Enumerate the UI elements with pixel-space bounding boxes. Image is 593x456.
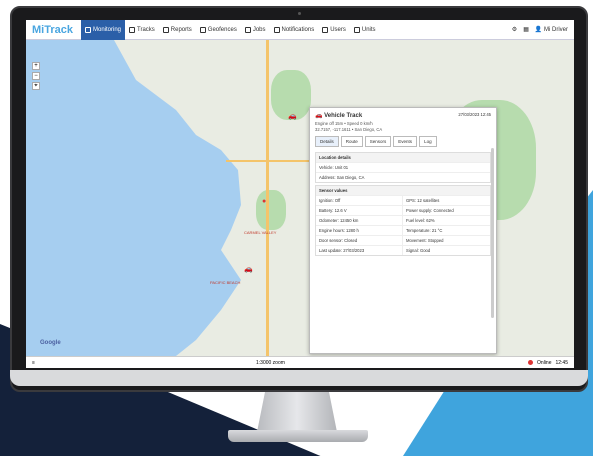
monitor-base — [228, 430, 368, 442]
alert-icon[interactable] — [528, 360, 534, 365]
vehicle-track-panel: 🚗 Vehicle Track 27/03/2023 12:45 Engine … — [309, 107, 497, 354]
map-label: CARMEL VALLEY — [244, 230, 277, 235]
sensor-row: Last update: 27/03/2023 — [316, 245, 403, 255]
tab-details[interactable]: Details — [315, 136, 339, 147]
sensor-row: Ignition: Off — [316, 195, 403, 205]
car-marker-icon[interactable]: 🚗 — [288, 112, 297, 120]
sensor-row: Temperature: 21 °C — [403, 225, 490, 235]
sensor-row: Fuel level: 62% — [403, 215, 490, 225]
nav-reports[interactable]: Reports — [159, 20, 196, 40]
grid-icon[interactable]: ▦ — [523, 26, 529, 33]
app-logo[interactable]: MiTrack — [32, 24, 73, 36]
panel-title: 🚗 Vehicle Track — [315, 113, 363, 119]
location-section: Location details Vehicle: Unit 01 Addres… — [315, 152, 491, 183]
sensor-row: Movement: Stopped — [403, 235, 490, 245]
nav-jobs[interactable]: Jobs — [241, 20, 270, 40]
monitor-icon — [84, 26, 91, 33]
panel-scrollbar[interactable] — [491, 148, 494, 318]
calendar-icon — [244, 26, 251, 33]
info-row: Address: San Diego, CA — [316, 172, 490, 182]
report-icon — [162, 26, 169, 33]
tools-icon[interactable]: ⚙ — [512, 26, 517, 33]
sensor-row: GPS: 12 satellites — [403, 195, 490, 205]
car-marker-icon[interactable]: 🚗 — [244, 265, 253, 273]
vehicle-marker-icon[interactable]: ● — [262, 198, 266, 205]
sensor-row: Battery: 12.6 V — [316, 205, 403, 215]
monitor-frame: MiTrack Monitoring Tracks Reports Geofen… — [10, 6, 588, 392]
top-navigation-bar: MiTrack Monitoring Tracks Reports Geofen… — [26, 20, 574, 40]
highway — [226, 160, 316, 162]
zoom-out-button[interactable]: − — [32, 72, 40, 80]
sensor-row: Door sensor: Closed — [316, 235, 403, 245]
nav-tracks[interactable]: Tracks — [125, 20, 159, 40]
map-zoom-controls: + − ⌖ — [32, 62, 40, 90]
geofence-icon — [199, 26, 206, 33]
locate-button[interactable]: ⌖ — [32, 82, 40, 90]
status-bar: ≡ 1:3000 zoom Online 12:45 — [26, 356, 574, 368]
tab-sensors[interactable]: Sensors — [364, 136, 392, 147]
sensor-section: Sensor values Ignition: Off GPS: 12 sate… — [315, 185, 491, 256]
info-row: Vehicle: Unit 01 — [316, 162, 490, 172]
highway — [266, 40, 269, 356]
panel-tabs: Details Route Sensors Events Log — [310, 133, 496, 150]
panel-timestamp: 27/03/2023 12:45 — [458, 112, 491, 117]
connection-status: Online — [537, 359, 552, 366]
zoom-in-button[interactable]: + — [32, 62, 40, 70]
nav-monitoring[interactable]: Monitoring — [80, 20, 125, 40]
section-heading: Location details — [316, 153, 490, 162]
bell-icon — [273, 26, 280, 33]
nav-geofences[interactable]: Geofences — [196, 20, 241, 40]
nav-units[interactable]: Units — [350, 20, 380, 40]
map-label: PACIFIC BEACH — [210, 280, 241, 285]
car-icon — [353, 26, 360, 33]
tab-events[interactable]: Events — [393, 136, 418, 147]
flag-icon — [129, 26, 135, 33]
monitor-screen: MiTrack Monitoring Tracks Reports Geofen… — [26, 20, 574, 368]
nav-users[interactable]: Users — [318, 20, 350, 40]
tab-route[interactable]: Route — [340, 136, 363, 147]
clock: 12:45 — [555, 359, 568, 366]
monitor-stand — [257, 392, 337, 432]
topbar-right: ⚙ ▦ 👤 Mi Driver — [512, 26, 574, 33]
user-icon — [322, 26, 329, 33]
sensor-grid: Ignition: Off GPS: 12 satellites Battery… — [316, 195, 490, 255]
zoom-readout: 1:3000 zoom — [256, 359, 285, 366]
sensor-row: Power supply: Connected — [403, 205, 490, 215]
user-menu[interactable]: 👤 Mi Driver — [535, 26, 568, 33]
nav-notifications[interactable]: Notifications — [270, 20, 319, 40]
sensor-row: Odometer: 12450 km — [316, 215, 403, 225]
park-area — [256, 190, 286, 230]
panel-header: 🚗 Vehicle Track 27/03/2023 12:45 — [310, 108, 496, 121]
menu-icon[interactable]: ≡ — [26, 360, 35, 366]
monitor-chin — [10, 370, 588, 386]
scene: MiTrack Monitoring Tracks Reports Geofen… — [0, 0, 593, 456]
camera-icon — [298, 12, 301, 15]
sensor-row: Engine hours: 1280 h — [316, 225, 403, 235]
section-heading: Sensor values — [316, 186, 490, 195]
google-logo: Google — [40, 340, 61, 346]
status-right: Online 12:45 — [528, 360, 574, 366]
tab-log[interactable]: Log — [419, 136, 437, 147]
sensor-row: Signal: Good — [403, 245, 490, 255]
